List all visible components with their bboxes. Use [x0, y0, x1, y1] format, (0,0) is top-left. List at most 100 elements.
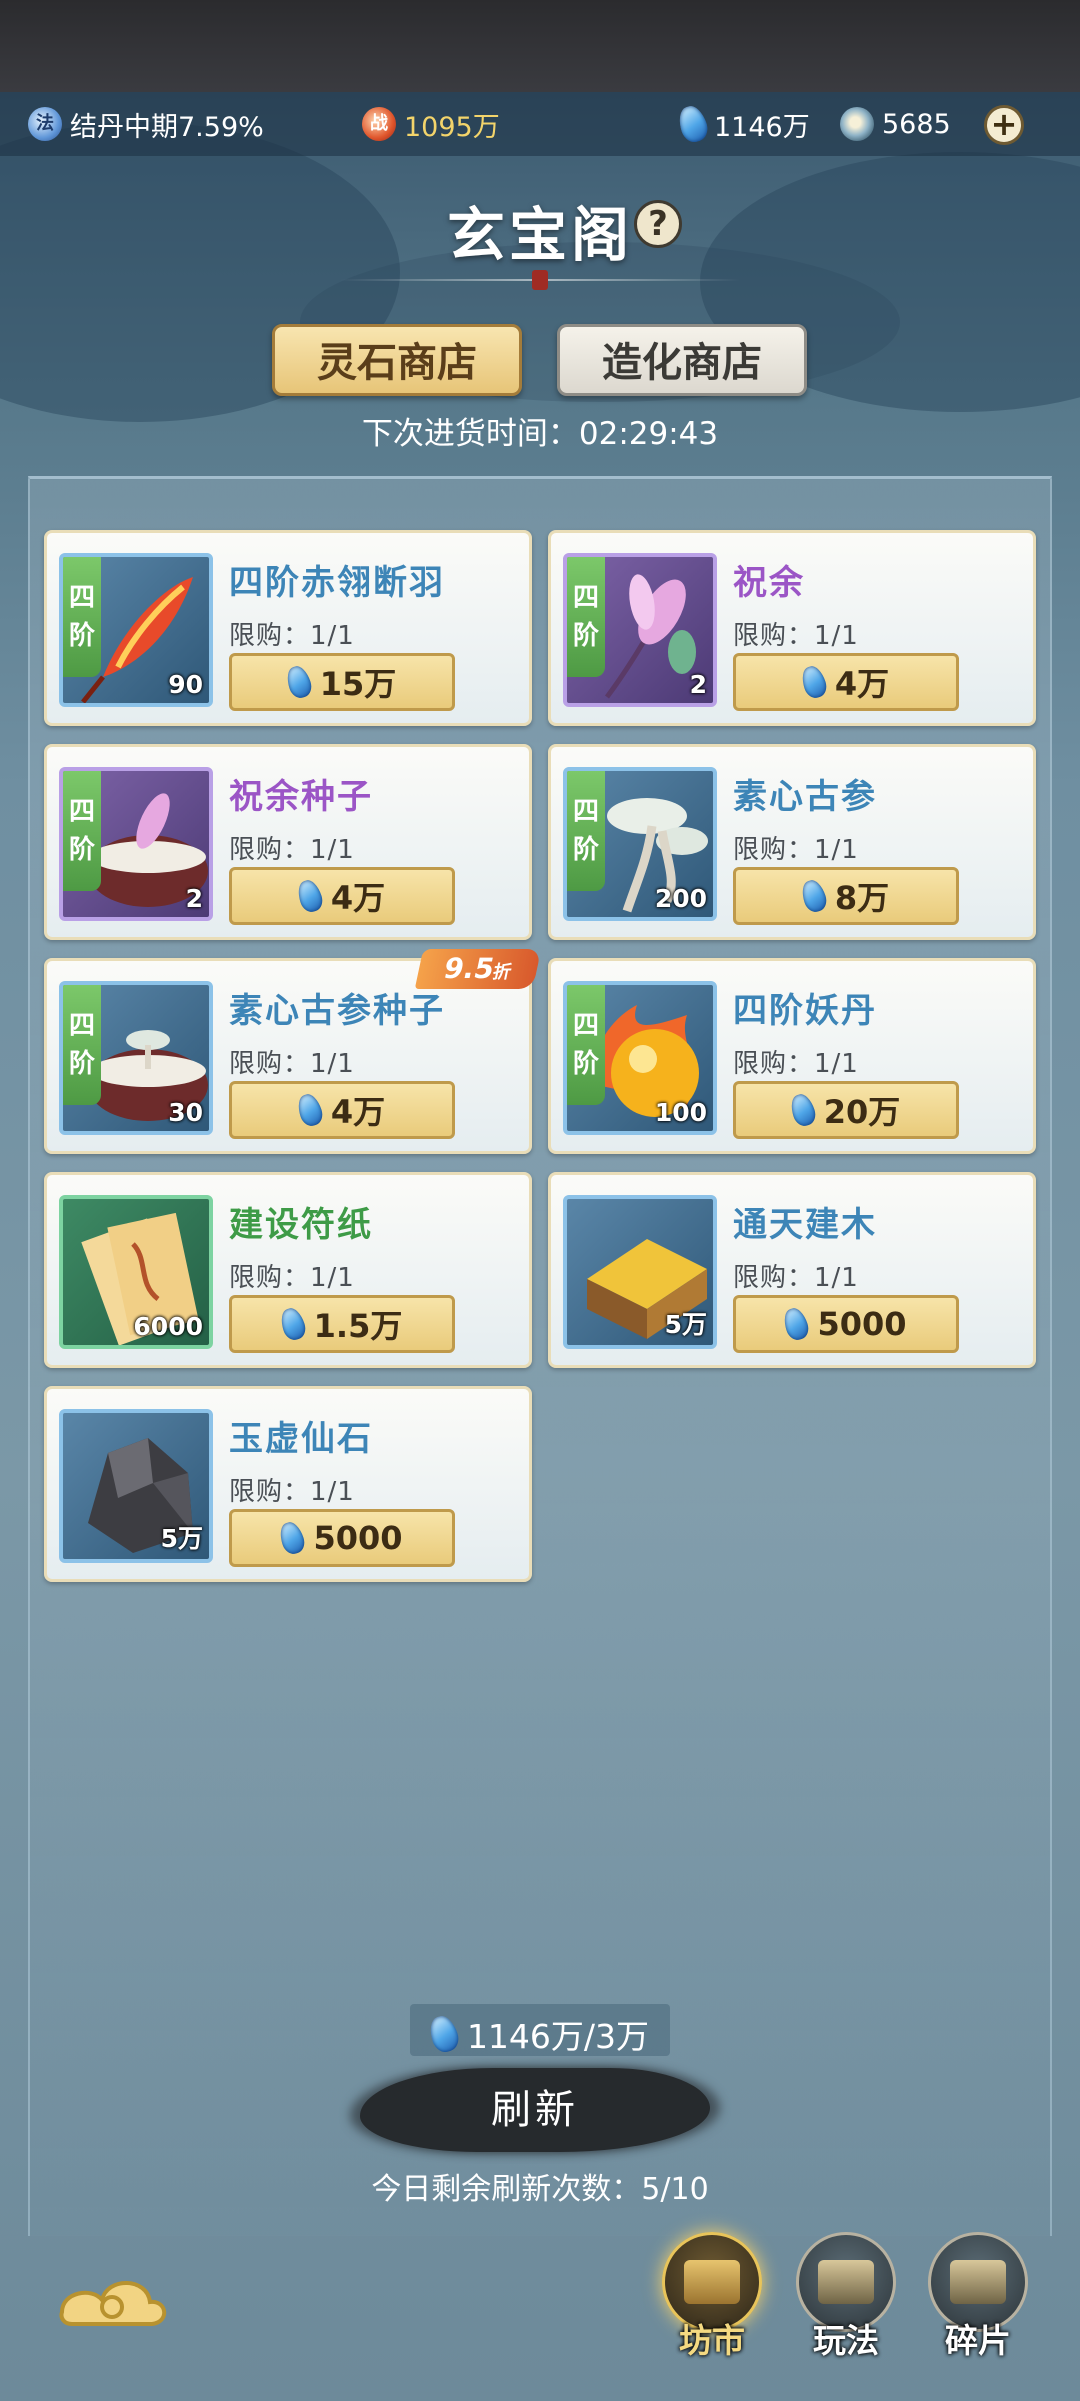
tab-creation-shop[interactable]: 造化商店: [557, 324, 807, 396]
price-value: 5000: [817, 1305, 907, 1343]
shop-item-card[interactable]: 四阶 30 素心古参种子 限购：1/1 4万 9.5折: [44, 949, 542, 1154]
purchase-limit: 限购：1/1: [733, 835, 859, 865]
shop-item-card[interactable]: 四阶 2 祝余种子 限购：1/1 4万: [44, 744, 532, 940]
item-quantity: 5万: [664, 1310, 707, 1339]
restock-timer: 下次进货时间：02:29:43: [361, 416, 719, 452]
shop-item-card[interactable]: 5万 玉虚仙石 限购：1/1 5000: [44, 1386, 532, 1582]
item-name: 四阶妖丹: [733, 991, 877, 1031]
battle-icon: 战: [362, 107, 396, 141]
item-quantity: 5万: [160, 1524, 203, 1553]
item-name: 祝余种子: [229, 777, 373, 817]
tier-badge: 四阶: [567, 985, 605, 1105]
spirit-stone-icon: [798, 877, 830, 915]
item-name: 四阶赤翎断羽: [229, 563, 445, 603]
nav-gameplay-label: 玩法: [813, 2321, 879, 2360]
price-value: 4万: [834, 665, 890, 703]
realm-icon: 法: [28, 107, 62, 141]
nav-market[interactable]: 坊市: [662, 2232, 762, 2362]
buy-button[interactable]: 4万: [733, 653, 959, 711]
price-value: 4万: [330, 879, 386, 917]
spirit-stone-icon: [787, 1091, 819, 1129]
buy-button[interactable]: 4万: [229, 1081, 455, 1139]
item-name: 玉虚仙石: [229, 1419, 373, 1459]
price-value: 20万: [823, 1093, 901, 1131]
coin-value: 5685: [882, 108, 951, 140]
purchase-limit: 限购：1/1: [229, 1477, 355, 1507]
item-quantity: 2: [689, 670, 707, 699]
item-quantity: 30: [168, 1098, 203, 1127]
buy-button[interactable]: 5000: [733, 1295, 959, 1353]
buy-button[interactable]: 15万: [229, 653, 455, 711]
discount-badge: 9.5折: [414, 949, 542, 989]
tier-badge: 四阶: [63, 985, 101, 1105]
shop-item-card[interactable]: 四阶 200 素心古参 限购：1/1 8万: [548, 744, 1036, 940]
refresh-cost: 1146万/3万: [0, 2010, 1080, 2058]
spirit-stone-icon: [277, 1305, 309, 1343]
tier-badge: 四阶: [63, 771, 101, 891]
tier-badge: 四阶: [567, 557, 605, 677]
seal-ornament: [532, 270, 548, 290]
nav-fragments[interactable]: 碎片: [928, 2232, 1028, 2362]
item-icon: 5万: [563, 1195, 717, 1349]
refresh-remaining: 今日剩余刷新次数：5/10: [371, 2172, 709, 2207]
refresh-button[interactable]: 刷新: [360, 2068, 710, 2152]
tier-badge: 四阶: [63, 557, 101, 677]
nav-gameplay[interactable]: 玩法: [796, 2232, 896, 2362]
spirit-stone-icon: [675, 102, 711, 146]
spirit-stone-icon: [283, 663, 315, 701]
item-name: 通天建木: [733, 1205, 877, 1245]
item-name: 祝余: [733, 563, 805, 603]
purchase-limit: 限购：1/1: [733, 1049, 859, 1079]
spirit-stone-icon: [426, 2012, 462, 2056]
coin-icon: [840, 107, 874, 141]
item-quantity: 90: [168, 670, 203, 699]
buy-button[interactable]: 8万: [733, 867, 959, 925]
price-value: 8万: [834, 879, 890, 917]
help-button[interactable]: ?: [634, 200, 682, 248]
buy-button[interactable]: 4万: [229, 867, 455, 925]
shop-item-card[interactable]: 6000 建设符纸 限购：1/1 1.5万: [44, 1172, 532, 1368]
spirit-stone-balance: 1146万: [675, 92, 810, 156]
item-icon: 四阶 30: [59, 981, 213, 1135]
nav-fragments-label: 碎片: [945, 2321, 1011, 2360]
spirit-stone-icon: [781, 1305, 812, 1343]
purchase-limit: 限购：1/1: [229, 1263, 355, 1293]
cloud-icon: [59, 2281, 167, 2326]
price-value: 4万: [330, 1093, 386, 1131]
spirit-stone-value: 1146万: [714, 111, 810, 143]
purchase-limit: 限购：1/1: [733, 1263, 859, 1293]
spirit-stone-icon: [294, 1091, 326, 1129]
price-value: 5000: [313, 1519, 403, 1557]
item-icon: 四阶 90: [59, 553, 213, 707]
item-icon: 6000: [59, 1195, 213, 1349]
realm-progress: 法 结丹中期7.59%: [28, 92, 264, 156]
menu-cloud-button[interactable]: [52, 2262, 174, 2334]
tier-badge: 四阶: [567, 771, 605, 891]
realm-text: 结丹中期7.59%: [70, 111, 264, 143]
price-value: 15万: [319, 665, 397, 703]
tab-spirit-stone-shop[interactable]: 灵石商店: [272, 324, 522, 396]
shop-item-card[interactable]: 四阶 2 祝余 限购：1/1 4万: [548, 530, 1036, 726]
buy-button[interactable]: 1.5万: [229, 1295, 455, 1353]
nav-market-label: 坊市: [679, 2321, 745, 2360]
purchase-limit: 限购：1/1: [733, 621, 859, 651]
item-name: 素心古参种子: [229, 991, 445, 1031]
purchase-limit: 限购：1/1: [229, 621, 355, 651]
shop-item-card[interactable]: 四阶 90 四阶赤翎断羽 限购：1/1 15万: [44, 530, 532, 726]
item-quantity: 2: [185, 884, 203, 913]
add-currency-button[interactable]: +: [984, 105, 1024, 145]
purchase-limit: 限购：1/1: [229, 1049, 355, 1079]
item-quantity: 100: [654, 1098, 707, 1127]
combat-power-value: 1095万: [404, 111, 500, 143]
refresh-cost-value: 1146万/3万: [466, 2017, 650, 2056]
item-icon: 5万: [59, 1409, 213, 1563]
shop-item-card[interactable]: 四阶 100 四阶妖丹 限购：1/1 20万: [548, 958, 1036, 1154]
buy-button[interactable]: 20万: [733, 1081, 959, 1139]
system-status-bar: [0, 0, 1080, 92]
combat-power: 战 1095万: [362, 92, 500, 156]
buy-button[interactable]: 5000: [229, 1509, 455, 1567]
spirit-stone-icon: [798, 663, 830, 701]
page-title: 玄宝阁: [446, 201, 633, 269]
shop-item-card[interactable]: 5万 通天建木 限购：1/1 5000: [548, 1172, 1036, 1368]
item-name: 素心古参: [733, 777, 877, 817]
